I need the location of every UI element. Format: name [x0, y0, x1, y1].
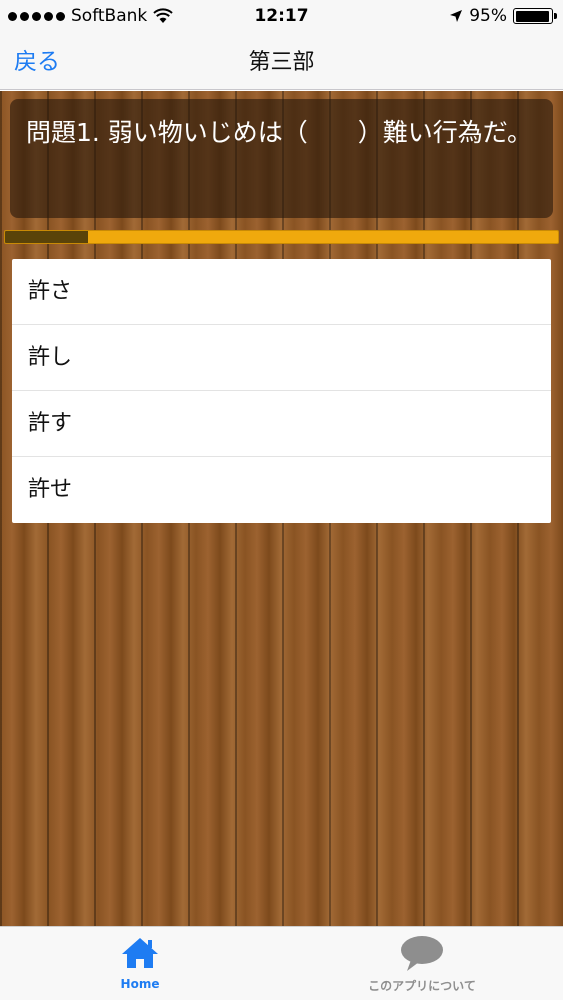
page-title: 第三部: [248, 50, 315, 75]
speech-bubble-icon: [401, 936, 443, 971]
tab-home[interactable]: Home: [40, 933, 240, 991]
answer-option-2[interactable]: 許し: [12, 325, 551, 391]
status-right: 95%: [449, 6, 557, 26]
battery-percentage: 95%: [469, 6, 507, 26]
answer-option-1[interactable]: 許さ: [12, 259, 551, 325]
answer-option-4[interactable]: 許せ: [12, 457, 551, 523]
tab-about-label: このアプリについて: [368, 979, 476, 993]
battery-level: [515, 10, 549, 22]
tab-bar: Home このアプリについて: [0, 926, 563, 1000]
navigation-bar: 戻る 第三部: [0, 34, 563, 90]
status-bar: SoftBank 12:17 95%: [0, 0, 563, 34]
progress-fill: [5, 231, 88, 243]
battery-icon: [513, 8, 557, 24]
wood-background: 問題1. 弱い物いじめは（ ）難い行為だ。 許さ 許し 許す 許せ: [0, 91, 563, 926]
home-icon: [122, 938, 158, 968]
progress-bar: [4, 230, 559, 244]
question-text: 問題1. 弱い物いじめは（ ）難い行為だ。: [26, 118, 533, 147]
app-screen: SoftBank 12:17 95% 戻る 第三部 問題1. 弱い物いじめは（ …: [0, 0, 563, 1000]
location-arrow-icon: [450, 10, 463, 22]
tab-home-label: Home: [120, 977, 160, 991]
question-box: 問題1. 弱い物いじめは（ ）難い行為だ。: [10, 99, 553, 218]
answer-option-3[interactable]: 許す: [12, 391, 551, 457]
tab-about-app[interactable]: このアプリについて: [322, 933, 522, 994]
answer-list: 許さ 許し 許す 許せ: [12, 259, 551, 523]
